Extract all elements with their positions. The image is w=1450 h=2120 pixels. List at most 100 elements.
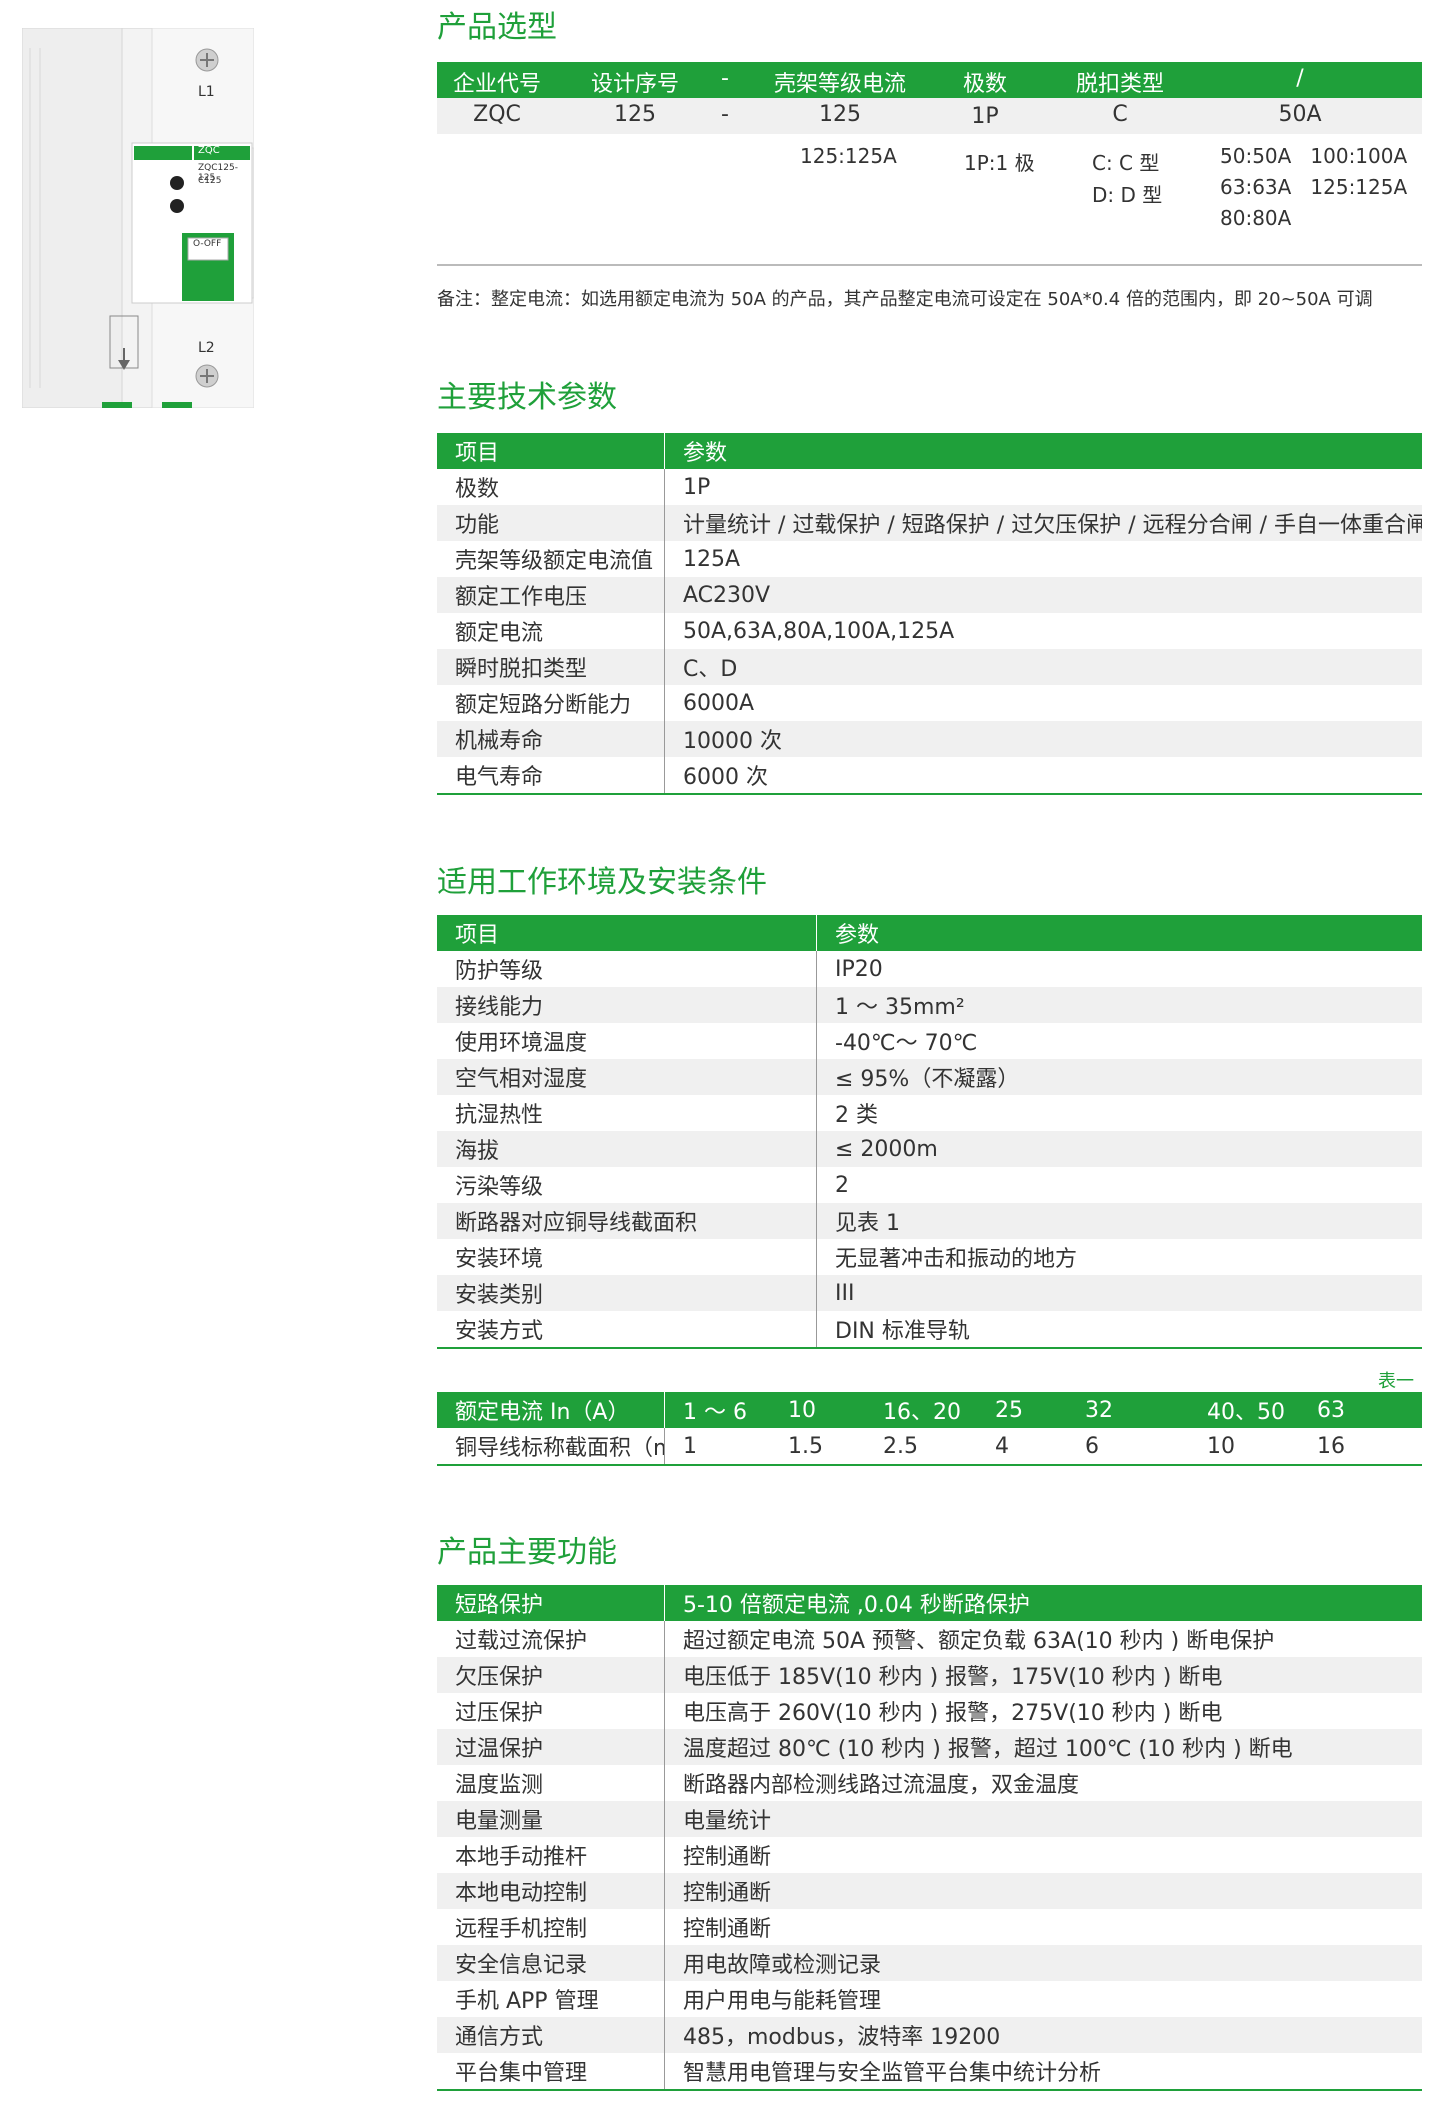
table-row: 海拔 ≤ 2000m bbox=[437, 1131, 1422, 1167]
table-row: 本地手动推杆 控制通断 bbox=[437, 1837, 1422, 1873]
table1-cell: 32 bbox=[1085, 1397, 1113, 1423]
row-label: 欠压保护 bbox=[437, 1657, 665, 1693]
row-value: 断路器内部检测线路过流温度，双金温度 bbox=[683, 1773, 1080, 1798]
row-value: ≤ 2000m bbox=[835, 1136, 938, 1162]
row-label: 电气寿命 bbox=[437, 757, 665, 793]
breaker-bottom-label: L2 bbox=[198, 340, 215, 356]
selection-header-design: 设计序号 bbox=[590, 72, 679, 97]
table-row: 通信方式 485，modbus，波特率 19200 bbox=[437, 2017, 1422, 2053]
selection-header-dash: - bbox=[721, 66, 729, 91]
table-row: 安装环境 无显著冲击和振动的地方 bbox=[437, 1239, 1422, 1275]
table1-cell: 40、50 bbox=[1207, 1400, 1285, 1425]
table-row: 额定短路分断能力 6000A bbox=[437, 685, 1422, 721]
table1-caption: 表一 bbox=[1378, 1371, 1414, 1392]
env-title: 适用工作环境及安装条件 bbox=[437, 865, 767, 900]
functions-header-row: 短路保护 5-10 倍额定电流 ,0.04 秒断路保护 bbox=[437, 1585, 1422, 1621]
selection-header-trip: 脱扣类型 bbox=[1075, 72, 1164, 97]
table1-cell: 1 ～ 6 bbox=[683, 1400, 747, 1425]
row-value: 电压低于 185V(10 秒内 ) 报警，175V(10 秒内 ) 断电 bbox=[683, 1665, 1223, 1690]
row-label: 本地电动控制 bbox=[437, 1873, 665, 1909]
row-label: 功能 bbox=[437, 505, 665, 541]
row-value: ≤ 95%（不凝露） bbox=[835, 1067, 1020, 1092]
table-row: 额定电流 50A,63A,80A,100A,125A bbox=[437, 613, 1422, 649]
pole-option: 1P:1 极 bbox=[964, 151, 1035, 175]
tech-header-item: 项目 bbox=[437, 433, 665, 469]
table-row: 电量测量 电量统计 bbox=[437, 1801, 1422, 1837]
env-bottom-line bbox=[437, 1347, 1422, 1349]
table-row: 功能 计量统计 / 过载保护 / 短路保护 / 过欠压保护 / 远程分合闸 / 手… bbox=[437, 505, 1422, 541]
row-value: 1P bbox=[683, 474, 711, 500]
table-row: 使用环境温度 -40℃～ 70℃ bbox=[437, 1023, 1422, 1059]
table-row: 空气相对湿度 ≤ 95%（不凝露） bbox=[437, 1059, 1422, 1095]
trip-option-c: C: C 型 bbox=[1092, 151, 1160, 175]
table-row: 额定工作电压 AC230V bbox=[437, 577, 1422, 613]
selection-header-company: 企业代号 bbox=[452, 72, 541, 97]
row-value: 2 类 bbox=[835, 1103, 878, 1128]
table1-row2: 铜导线标称截面积（mm²） 1 1.5 2.5 4 6 10 16 bbox=[437, 1428, 1422, 1464]
functions-header-value: 5-10 倍额定电流 ,0.04 秒断路保护 bbox=[683, 1593, 1030, 1618]
row-value: 控制通断 bbox=[683, 1881, 772, 1906]
row-label: 安全信息记录 bbox=[437, 1945, 665, 1981]
table-row: 瞬时脱扣类型 C、D bbox=[437, 649, 1422, 685]
table-row: 手机 APP 管理 用户用电与能耗管理 bbox=[437, 1981, 1422, 2017]
row-value: 电压高于 260V(10 秒内 ) 报警，275V(10 秒内 ) 断电 bbox=[683, 1701, 1223, 1726]
selection-note: 备注：整定电流：如选用额定电流为 50A 的产品，其产品整定电流可设定在 50A… bbox=[437, 289, 1373, 310]
table-row: 防护等级 IP20 bbox=[437, 951, 1422, 987]
row-value: 温度超过 80℃ (10 秒内 ) 报警，超过 100℃ (10 秒内 ) 断电 bbox=[683, 1737, 1293, 1762]
selection-header-frame: 壳架等级电流 bbox=[773, 72, 906, 97]
table-row: 过载过流保护 超过额定电流 50A 预警、额定负载 63A(10 秒内 ) 断电保… bbox=[437, 1621, 1422, 1657]
row-label: 抗湿热性 bbox=[437, 1095, 817, 1131]
table-row: 接线能力 1 ～ 35mm² bbox=[437, 987, 1422, 1023]
table-row: 平台集中管理 智慧用电管理与安全监管平台集中统计分析 bbox=[437, 2053, 1422, 2089]
table1-row1: 额定电流 In（A） 1 ～ 6 10 16、20 25 32 40、50 63 bbox=[437, 1392, 1422, 1428]
row-label: 使用环境温度 bbox=[437, 1023, 817, 1059]
row-label: 防护等级 bbox=[437, 951, 817, 987]
tech-title: 主要技术参数 bbox=[437, 380, 617, 415]
row-value: 485，modbus，波特率 19200 bbox=[683, 2025, 1001, 2050]
row-label: 额定短路分断能力 bbox=[437, 685, 665, 721]
table1-cell: 10 bbox=[788, 1397, 816, 1423]
row-label: 空气相对湿度 bbox=[437, 1059, 817, 1095]
row-value: 智慧用电管理与安全监管平台集中统计分析 bbox=[683, 2061, 1102, 2086]
table-row: 安装类别 III bbox=[437, 1275, 1422, 1311]
row-label: 电量测量 bbox=[437, 1801, 665, 1837]
selection-title: 产品选型 bbox=[437, 10, 557, 45]
tech-header-row: 项目 参数 bbox=[437, 433, 1422, 469]
table1-cell: 10 bbox=[1207, 1433, 1235, 1459]
row-label: 壳架等级额定电流值 bbox=[437, 541, 665, 577]
table1-cell: 1 bbox=[683, 1433, 697, 1459]
breaker-top-label: L1 bbox=[198, 84, 215, 100]
row-label: 安装类别 bbox=[437, 1275, 817, 1311]
table-row: 过压保护 电压高于 260V(10 秒内 ) 报警，275V(10 秒内 ) 断电 bbox=[437, 1693, 1422, 1729]
table-row: 安全信息记录 用电故障或检测记录 bbox=[437, 1945, 1422, 1981]
row-value: 10000 次 bbox=[683, 729, 782, 754]
row-value: 计量统计 / 过载保护 / 短路保护 / 过欠压保护 / 远程分合闸 / 手自一… bbox=[683, 513, 1422, 538]
row-value: 用电故障或检测记录 bbox=[683, 1953, 882, 1978]
row-label: 瞬时脱扣类型 bbox=[437, 649, 665, 685]
row-label: 手机 APP 管理 bbox=[437, 1981, 665, 2017]
current-option-2: 63:63A 125:125A bbox=[1220, 175, 1408, 199]
selection-value-dash: - bbox=[721, 102, 729, 127]
row-value: 电量统计 bbox=[683, 1809, 772, 1834]
row-label: 安装方式 bbox=[437, 1311, 817, 1347]
selection-value-company: ZQC bbox=[473, 102, 521, 127]
row-label: 过温保护 bbox=[437, 1729, 665, 1765]
row-value: 见表 1 bbox=[835, 1211, 900, 1236]
row-value: III bbox=[835, 1280, 855, 1306]
row-label: 断路器对应铜导线截面积 bbox=[437, 1203, 817, 1239]
table-row: 机械寿命 10000 次 bbox=[437, 721, 1422, 757]
table-row: 过温保护 温度超过 80℃ (10 秒内 ) 报警，超过 100℃ (10 秒内 … bbox=[437, 1729, 1422, 1765]
selection-value-design: 125 bbox=[614, 102, 656, 127]
frame-option: 125:125A bbox=[800, 144, 897, 168]
table-row: 污染等级 2 bbox=[437, 1167, 1422, 1203]
table-row: 温度监测 断路器内部检测线路过流温度，双金温度 bbox=[437, 1765, 1422, 1801]
row-label: 远程手机控制 bbox=[437, 1909, 665, 1945]
table-row: 极数 1P bbox=[437, 469, 1422, 505]
row-value: DIN 标准导轨 bbox=[835, 1319, 970, 1344]
table1-cell: 1.5 bbox=[788, 1433, 823, 1459]
row-label: 机械寿命 bbox=[437, 721, 665, 757]
breaker-rating: C125 bbox=[198, 176, 222, 186]
selection-divider bbox=[437, 264, 1422, 266]
selection-header-slash: / bbox=[1296, 66, 1304, 91]
row-value: 2 bbox=[835, 1172, 849, 1198]
